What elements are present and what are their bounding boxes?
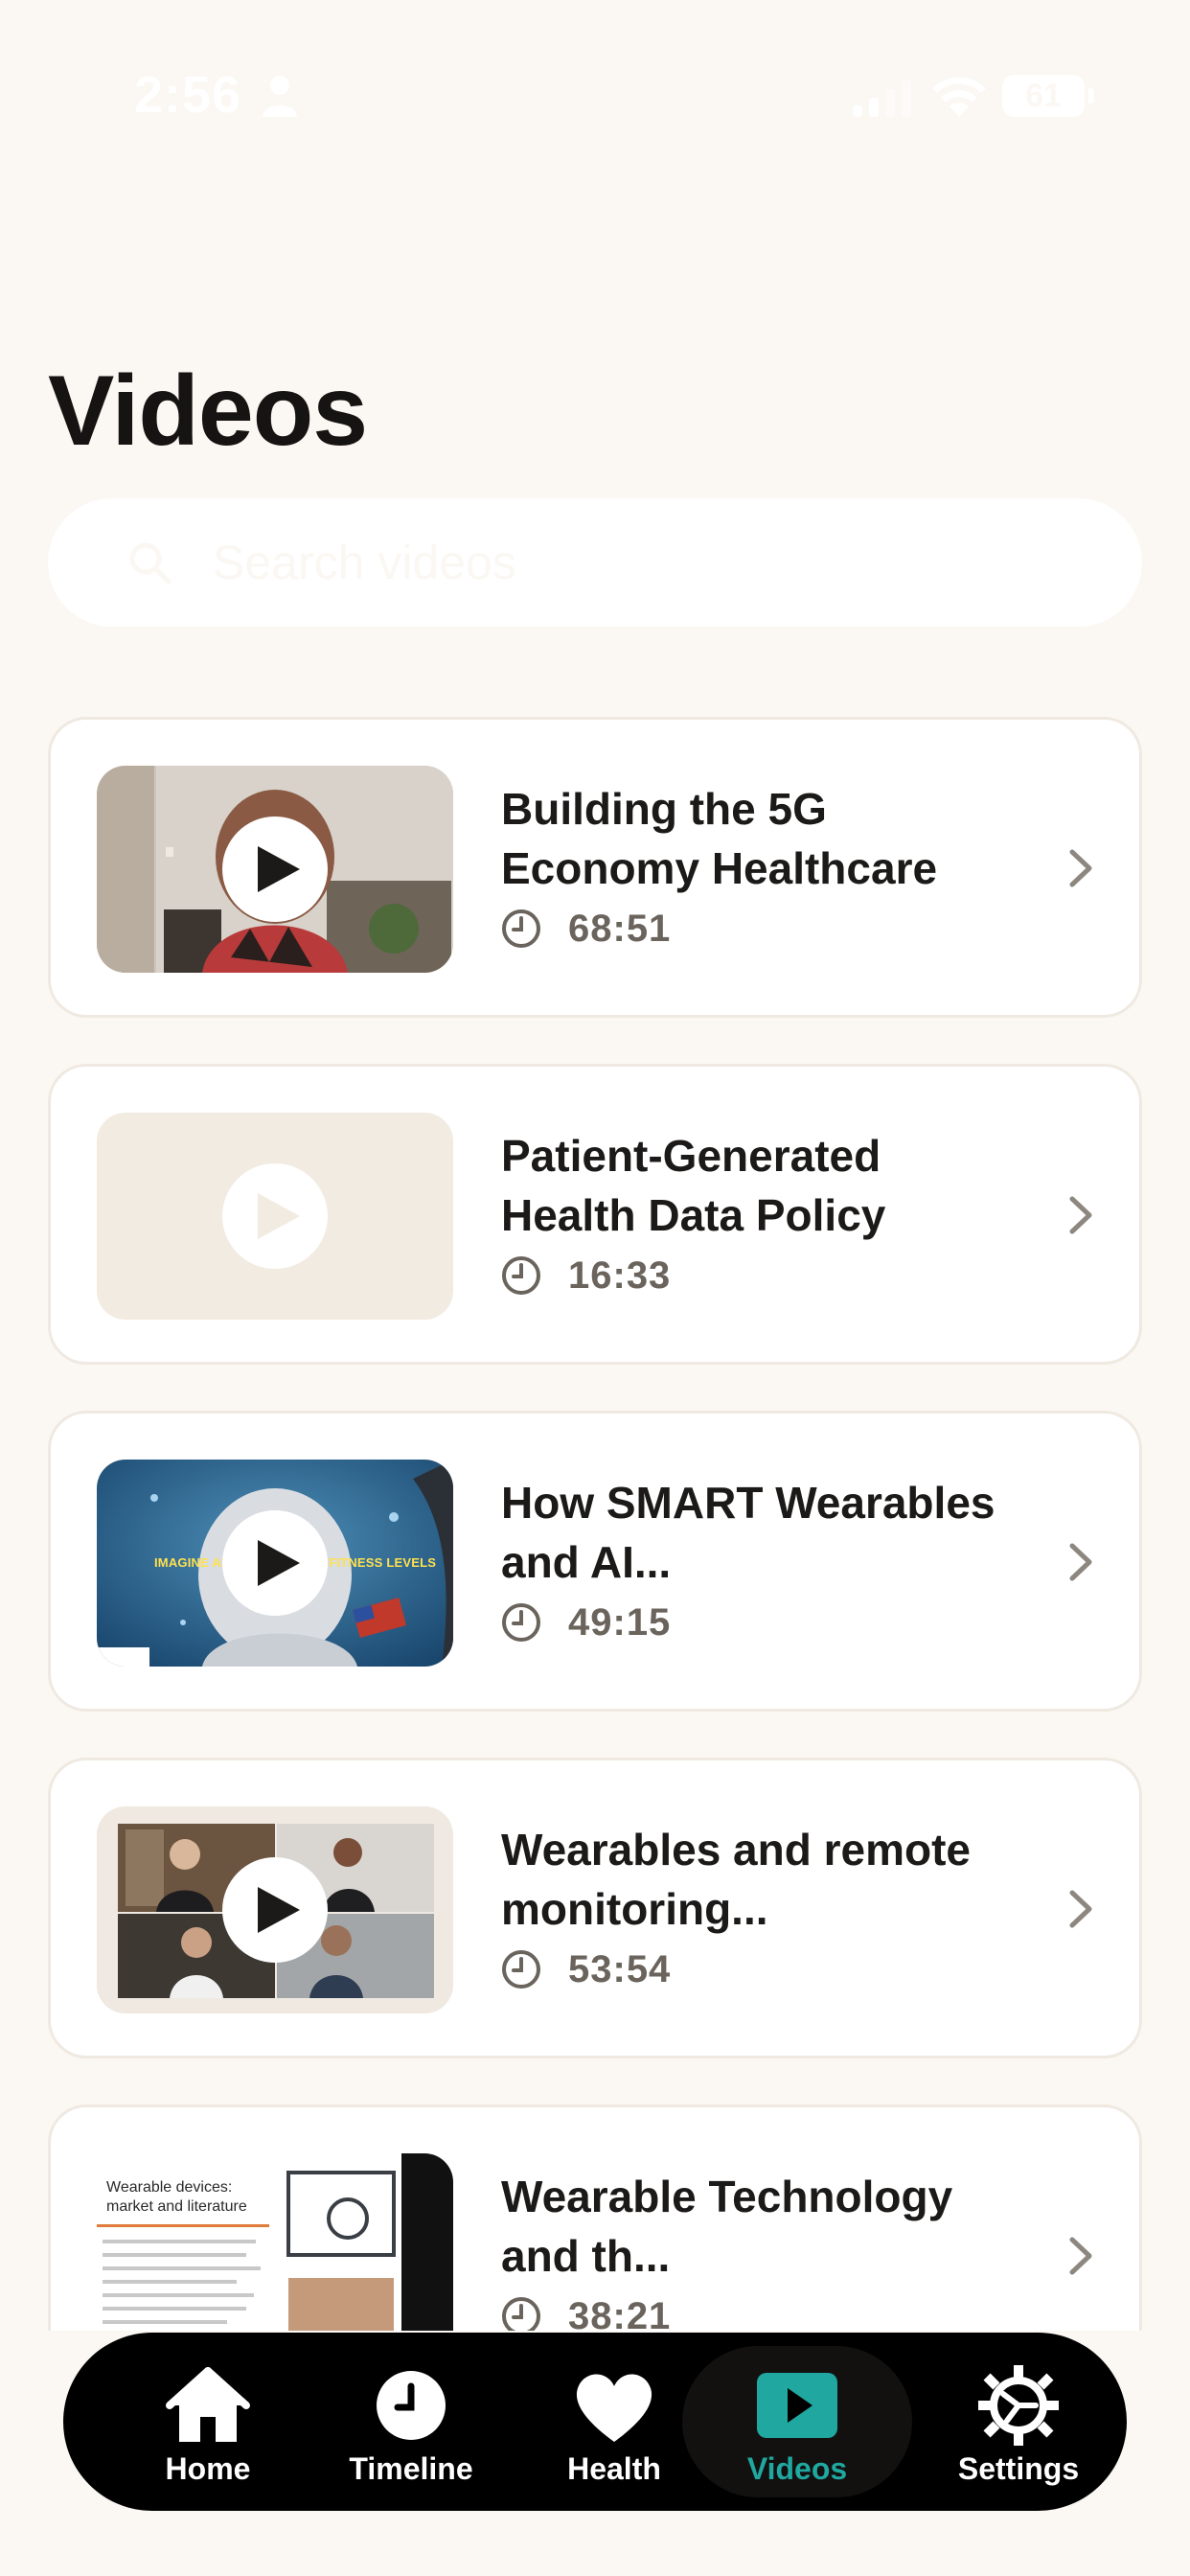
video-title: Wearables and remote monitoring...: [501, 1825, 972, 1934]
video-title: How SMART Wearables and AI...: [501, 1478, 995, 1587]
clock-icon: [377, 2371, 446, 2440]
video-thumbnail: [97, 1806, 453, 2013]
tab-videos[interactable]: Videos: [682, 2346, 912, 2497]
duration-text: 49:15: [568, 1600, 672, 1644]
video-card[interactable]: IMAGINE AN ASTRONAUT'S FITNESS LEVELS Ho…: [48, 1411, 1142, 1712]
tab-bar: Home Timeline Health Videos Settings: [63, 2333, 1127, 2511]
play-icon: [258, 1540, 300, 1586]
house-icon: [166, 2367, 250, 2442]
chevron-right-icon: [1069, 1890, 1092, 1928]
play-icon: [258, 1193, 300, 1239]
chevron-right-icon: [1069, 1543, 1092, 1581]
play-button[interactable]: [222, 1510, 328, 1616]
tab-label: Home: [165, 2451, 251, 2486]
video-title: Patient-Generated Health Data Policy: [501, 1131, 886, 1240]
clock-icon: [502, 1603, 540, 1642]
video-duration: 49:15: [501, 1601, 671, 1644]
duration-text: 38:21: [568, 2294, 672, 2332]
duration-text: 53:54: [568, 1947, 672, 1990]
video-thumbnail: [97, 766, 453, 973]
video-duration: 16:33: [501, 1254, 671, 1297]
video-duration: 53:54: [501, 1948, 671, 1990]
tab-label: Settings: [957, 2451, 1080, 2486]
status-bar: 2:56 61: [0, 0, 1190, 192]
video-title: Building the 5G Economy Healthcare: [501, 784, 938, 893]
video-list[interactable]: Building the 5G Economy Healthcare 68:51…: [48, 717, 1142, 2331]
search-icon: [129, 542, 172, 585]
chevron-right-icon: [1069, 2237, 1092, 2275]
video-thumbnail: [97, 1113, 453, 1320]
battery-cap: [1088, 88, 1094, 104]
video-duration: 68:51: [501, 908, 671, 950]
video-card[interactable]: Wearable devices: market and literature …: [48, 2104, 1142, 2331]
clock-icon: [502, 1256, 540, 1295]
clock-icon: [502, 2297, 540, 2331]
search-field[interactable]: [48, 498, 1142, 627]
gear-icon: [978, 2365, 1059, 2446]
video-card[interactable]: Building the 5G Economy Healthcare 68:51: [48, 717, 1142, 1018]
video-duration: 38:21: [501, 2295, 671, 2331]
play-button[interactable]: [222, 1857, 328, 1963]
duration-text: 16:33: [568, 1254, 672, 1297]
tab-label: Videos: [746, 2451, 848, 2486]
play-button[interactable]: [222, 816, 328, 922]
tab-label: Health: [567, 2451, 661, 2486]
clock-icon: [502, 909, 540, 948]
video-thumbnail: IMAGINE AN ASTRONAUT'S FITNESS LEVELS: [97, 1460, 453, 1667]
battery-indicator: 61: [1002, 75, 1085, 117]
slide-title: Wearable devices: market and literature: [106, 2179, 247, 2215]
video-card[interactable]: Patient-Generated Health Data Policy 16:…: [48, 1064, 1142, 1365]
play-icon: [258, 1887, 300, 1933]
tab-settings[interactable]: Settings: [918, 2333, 1119, 2511]
chevron-right-icon: [1069, 849, 1092, 887]
chevron-right-icon: [1069, 1196, 1092, 1234]
tab-label: Timeline: [349, 2451, 473, 2486]
page-title: Videos: [48, 356, 368, 467]
person-icon: [263, 76, 297, 117]
video-title: Wearable Technology and th...: [501, 2172, 953, 2281]
duration-text: 68:51: [568, 907, 672, 950]
cellular-signal-icon: [853, 80, 911, 117]
tab-timeline[interactable]: Timeline: [310, 2333, 512, 2511]
play-square-icon: [757, 2373, 837, 2438]
play-icon: [258, 846, 300, 892]
video-card[interactable]: Wearables and remote monitoring... 53:54: [48, 1758, 1142, 2058]
status-time: 2:56: [134, 66, 242, 124]
play-icon: [258, 2234, 300, 2280]
video-thumbnail: Wearable devices: market and literature: [97, 2153, 453, 2331]
wifi-icon: [932, 77, 986, 117]
clock-icon: [502, 1950, 540, 1989]
tab-home[interactable]: Home: [107, 2333, 309, 2511]
search-input[interactable]: [213, 498, 1075, 627]
play-button[interactable]: [222, 1163, 328, 1269]
heart-icon: [576, 2374, 652, 2442]
